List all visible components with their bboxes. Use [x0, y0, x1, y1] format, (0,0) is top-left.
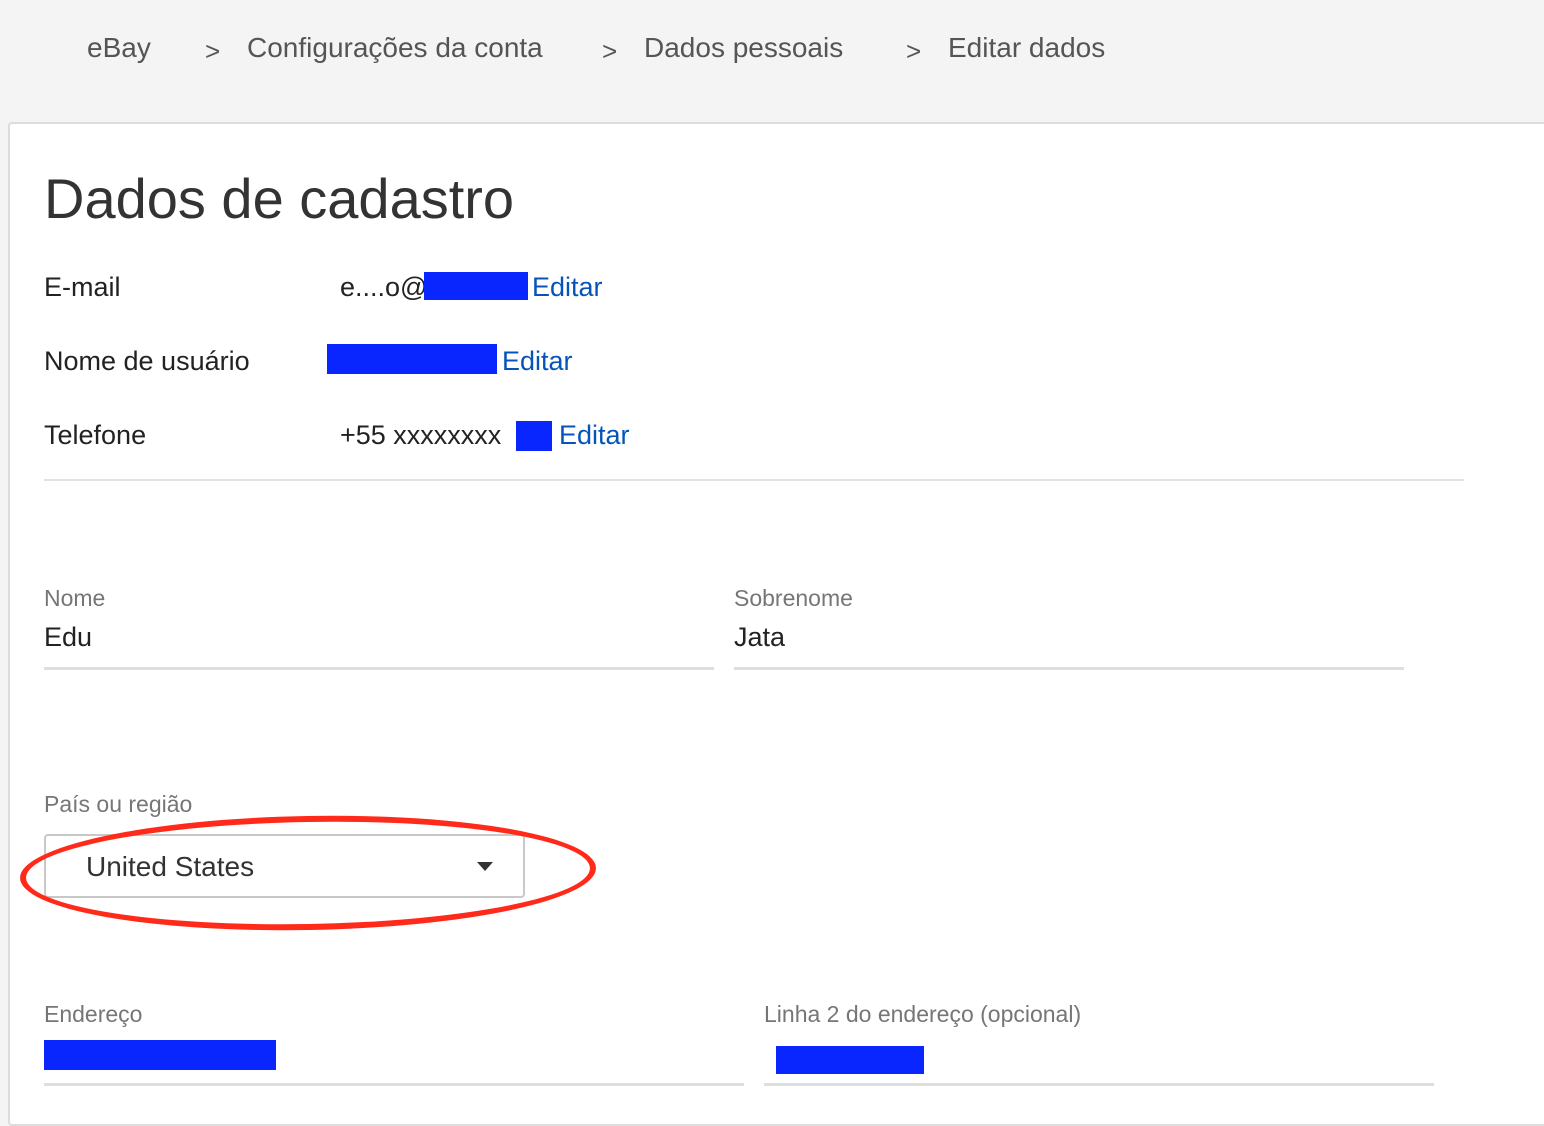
address-label: Endereço: [44, 1001, 143, 1027]
first-name-field[interactable]: [44, 622, 704, 653]
last-name-field[interactable]: [734, 622, 1394, 653]
breadcrumb-separator: >: [602, 36, 618, 66]
breadcrumb-item-ebay[interactable]: eBay: [87, 32, 151, 64]
phone-value: +55 xxxxxxxx: [340, 420, 502, 450]
section-divider: [44, 479, 1464, 481]
breadcrumb-separator: >: [205, 36, 221, 66]
breadcrumb-item-edit-data: Editar dados: [948, 32, 1106, 63]
email-value: e....o@: [340, 272, 428, 302]
country-label: País ou região: [44, 791, 193, 817]
first-name-underline: [44, 667, 714, 670]
redaction-block: [424, 272, 528, 300]
first-name-label: Nome: [44, 585, 106, 611]
breadcrumb-item-account-settings[interactable]: Configurações da conta: [247, 32, 543, 64]
breadcrumb-separator: >: [906, 36, 922, 66]
redaction-block: [776, 1046, 924, 1074]
address2-underline: [764, 1083, 1434, 1086]
breadcrumb: eBay > Configurações da conta > Dados pe…: [0, 0, 1544, 104]
username-label: Nome de usuário: [44, 346, 250, 376]
page-title: Dados de cadastro: [44, 167, 515, 230]
address2-label: Linha 2 do endereço (opcional): [764, 1001, 1082, 1027]
address-underline: [44, 1083, 744, 1086]
edit-phone-link[interactable]: Editar: [559, 420, 630, 451]
redaction-block: [327, 344, 497, 374]
phone-label: Telefone: [44, 420, 147, 450]
last-name-label: Sobrenome: [734, 585, 853, 611]
breadcrumb-item-personal-data[interactable]: Dados pessoais: [644, 32, 843, 64]
redaction-block: [44, 1040, 276, 1070]
edit-email-link[interactable]: Editar: [532, 272, 603, 303]
edit-username-link[interactable]: Editar: [502, 346, 573, 377]
email-label: E-mail: [44, 272, 121, 302]
redaction-block: [516, 421, 552, 451]
last-name-underline: [734, 667, 1404, 670]
